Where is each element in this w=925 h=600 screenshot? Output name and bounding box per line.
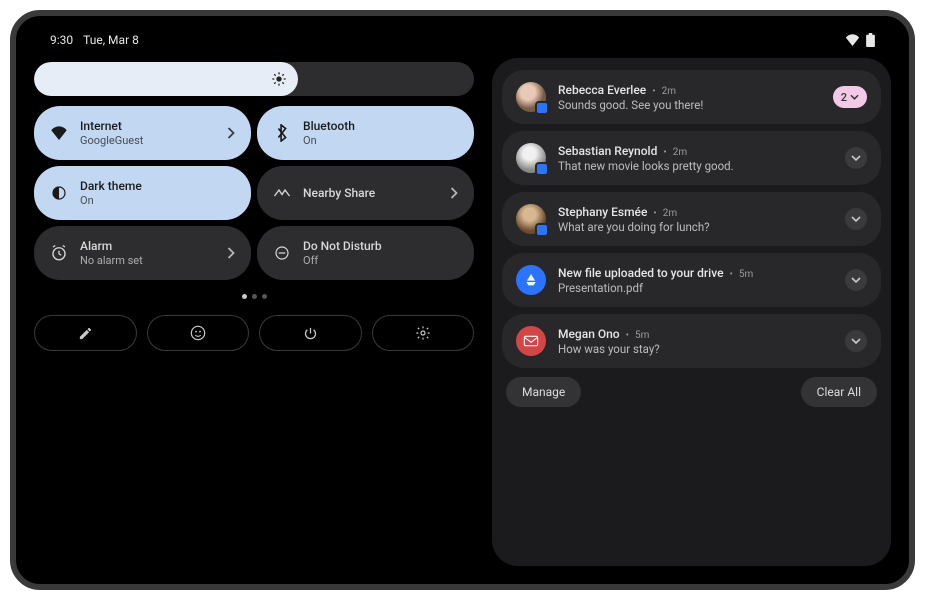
gear-icon: [415, 325, 431, 341]
notif-body: What are you doing for lunch?: [558, 220, 833, 234]
notif-title: Rebecca Everlee: [558, 83, 646, 97]
expand-button[interactable]: [845, 269, 867, 291]
pencil-icon: [78, 326, 93, 341]
notif-time: 5m: [739, 269, 753, 280]
quick-settings-panel: Internet GoogleGuest Bluetooth On: [34, 58, 474, 566]
power-icon: [303, 326, 318, 341]
tile-subtitle: On: [303, 134, 458, 148]
page-dot[interactable]: [252, 294, 257, 299]
wifi-status-icon: [845, 34, 860, 46]
app-badge: [535, 162, 549, 176]
tile-nearby-share[interactable]: Nearby Share: [257, 166, 474, 220]
notification-item[interactable]: Megan Ono • 5m How was your stay?: [502, 314, 881, 368]
expand-button[interactable]: [845, 330, 867, 352]
tile-title: Internet: [80, 119, 215, 134]
expand-button[interactable]: [845, 147, 867, 169]
status-date: Tue, Mar 8: [83, 33, 139, 47]
app-badge: [535, 101, 549, 115]
chevron-right-icon: [227, 247, 235, 259]
notif-body: Presentation.pdf: [558, 281, 833, 295]
notif-count-pill[interactable]: 2: [833, 86, 867, 108]
device-frame: 9:30 Tue, Mar 8: [10, 10, 915, 590]
tile-title: Bluetooth: [303, 119, 458, 134]
status-time: 9:30: [50, 33, 73, 47]
notif-time: 2m: [662, 86, 676, 97]
manage-button[interactable]: Manage: [506, 377, 581, 407]
notif-title: Megan Ono: [558, 327, 620, 341]
tile-subtitle: No alarm set: [80, 254, 215, 268]
tile-subtitle: Off: [303, 254, 458, 268]
app-badge: [535, 223, 549, 237]
battery-status-icon: [866, 33, 875, 47]
notification-item[interactable]: New file uploaded to your drive • 5m Pre…: [502, 253, 881, 307]
tile-subtitle: GoogleGuest: [80, 134, 215, 148]
page-indicator: [34, 294, 474, 299]
brightness-slider[interactable]: [34, 62, 474, 96]
page-dot[interactable]: [262, 294, 267, 299]
notif-title: Sebastian Reynold: [558, 144, 657, 158]
notification-item[interactable]: Rebecca Everlee • 2m Sounds good. See yo…: [502, 70, 881, 124]
notification-item[interactable]: Stephany Esmée • 2m What are you doing f…: [502, 192, 881, 246]
power-button[interactable]: [259, 315, 362, 351]
notif-time: 5m: [635, 330, 649, 341]
notif-title: Stephany Esmée: [558, 205, 647, 219]
brightness-icon: [270, 70, 288, 88]
chevron-right-icon: [227, 127, 235, 139]
drive-icon: [516, 265, 546, 295]
avatar: [516, 143, 546, 173]
bluetooth-icon: [273, 124, 291, 142]
expand-button[interactable]: [845, 208, 867, 230]
notif-time: 2m: [663, 208, 677, 219]
edit-button[interactable]: [34, 315, 137, 351]
notif-body: Sounds good. See you there!: [558, 98, 821, 112]
tile-alarm[interactable]: Alarm No alarm set: [34, 226, 251, 280]
dnd-icon: [273, 244, 291, 262]
notif-title: New file uploaded to your drive: [558, 266, 724, 280]
chevron-right-icon: [450, 187, 458, 199]
notif-time: 2m: [673, 147, 687, 158]
notification-panel: Rebecca Everlee • 2m Sounds good. See yo…: [492, 58, 891, 566]
wifi-icon: [50, 124, 68, 142]
notification-item[interactable]: Sebastian Reynold • 2m That new movie lo…: [502, 131, 881, 185]
tile-subtitle: On: [80, 194, 235, 208]
tile-title: Do Not Disturb: [303, 239, 458, 254]
quick-tiles: Internet GoogleGuest Bluetooth On: [34, 106, 474, 280]
settings-button[interactable]: [372, 315, 475, 351]
dark-theme-icon: [50, 184, 68, 202]
mail-icon: [516, 326, 546, 356]
user-icon: [190, 325, 206, 341]
page-dot[interactable]: [242, 294, 247, 299]
tile-internet[interactable]: Internet GoogleGuest: [34, 106, 251, 160]
statusbar: 9:30 Tue, Mar 8: [16, 28, 909, 52]
avatar: [516, 204, 546, 234]
tile-bluetooth[interactable]: Bluetooth On: [257, 106, 474, 160]
notif-body: How was your stay?: [558, 342, 833, 356]
notif-body: That new movie looks pretty good.: [558, 159, 833, 173]
nearby-share-icon: [273, 184, 291, 202]
tile-title: Alarm: [80, 239, 215, 254]
clear-all-button[interactable]: Clear All: [801, 377, 877, 407]
alarm-icon: [50, 244, 68, 262]
tile-title: Nearby Share: [303, 186, 438, 201]
tile-title: Dark theme: [80, 179, 235, 194]
tile-dnd[interactable]: Do Not Disturb Off: [257, 226, 474, 280]
user-button[interactable]: [147, 315, 250, 351]
avatar: [516, 82, 546, 112]
tile-dark-theme[interactable]: Dark theme On: [34, 166, 251, 220]
